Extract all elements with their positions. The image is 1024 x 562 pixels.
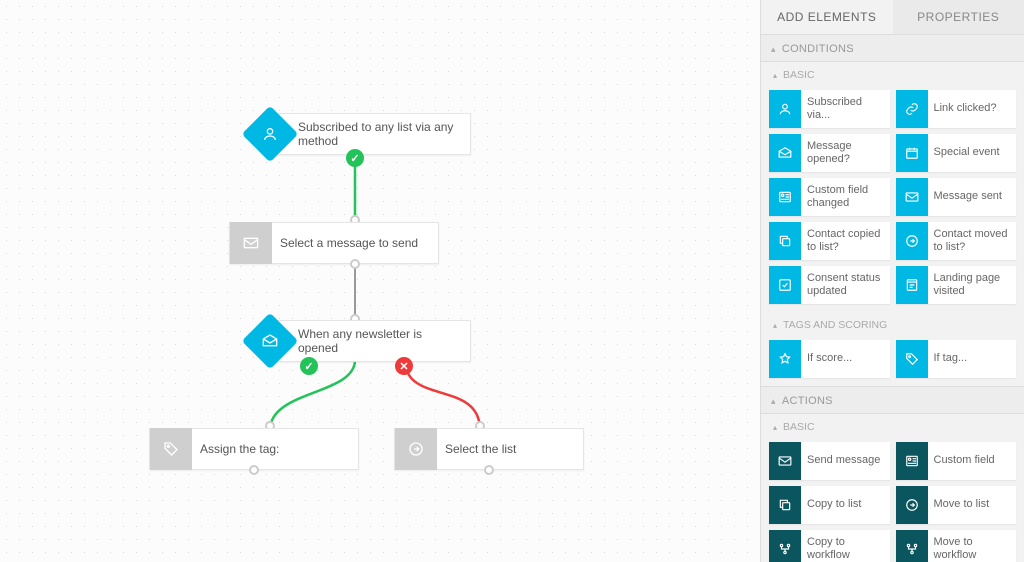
link-icon <box>896 90 928 128</box>
chevron-up-icon: ▴ <box>773 71 777 80</box>
element-copy[interactable]: Contact copied to list? <box>769 222 890 260</box>
check-icon: ✓ <box>346 149 364 167</box>
node-subscribed-condition[interactable]: Subscribed to any list via any method <box>271 113 471 155</box>
element-label: If tag... <box>928 352 974 365</box>
section-conditions[interactable]: ▴ CONDITIONS <box>761 34 1024 62</box>
element-label: Contact copied to list? <box>801 228 890 254</box>
element-label: Send message <box>801 454 886 467</box>
subsection-tags-scoring[interactable]: ▴ TAGS AND SCORING <box>761 312 1024 336</box>
user-icon <box>242 106 299 163</box>
port-out[interactable] <box>484 465 494 475</box>
copy-icon <box>769 222 801 260</box>
element-label: Special event <box>928 146 1006 159</box>
subsection-basic[interactable]: ▴ BASIC <box>761 62 1024 86</box>
section-label: TAGS AND SCORING <box>783 319 887 331</box>
element-tag[interactable]: If tag... <box>896 340 1017 378</box>
element-field[interactable]: Custom field changed <box>769 178 890 216</box>
node-label: Select the list <box>445 442 530 456</box>
workflow-canvas[interactable]: Subscribed to any list via any method ✓ … <box>0 0 760 562</box>
check-icon <box>769 266 801 304</box>
actions-basic-grid: Send message Custom field Copy to list Move… <box>761 438 1024 562</box>
element-envelope[interactable]: Send message <box>769 442 890 480</box>
envelope-open-icon <box>242 313 299 370</box>
node-label: Assign the tag: <box>200 442 293 456</box>
element-label: Message sent <box>928 190 1008 203</box>
section-label: CONDITIONS <box>782 43 854 55</box>
element-star[interactable]: If score... <box>769 340 890 378</box>
element-label: Landing page visited <box>928 272 1017 298</box>
page-icon <box>896 266 928 304</box>
check-icon: ✓ <box>300 357 318 375</box>
flow-icon <box>769 530 801 562</box>
chevron-up-icon: ▴ <box>771 396 776 407</box>
chevron-up-icon: ▴ <box>771 44 776 55</box>
move-icon <box>395 428 437 470</box>
element-label: Link clicked? <box>928 102 1003 115</box>
tag-icon <box>896 340 928 378</box>
node-newsletter-opened[interactable]: When any newsletter is opened <box>271 320 471 362</box>
element-label: Custom field changed <box>801 184 890 210</box>
element-field[interactable]: Custom field <box>896 442 1017 480</box>
chevron-up-icon: ▴ <box>773 423 777 432</box>
flow-icon <box>896 530 928 562</box>
section-actions[interactable]: ▴ ACTIONS <box>761 386 1024 414</box>
move-icon <box>896 222 928 260</box>
element-envelope[interactable]: Message sent <box>896 178 1017 216</box>
element-label: Move to workflow <box>928 536 1017 562</box>
element-user[interactable]: Subscribed via... <box>769 90 890 128</box>
tab-add-elements[interactable]: ADD ELEMENTS <box>761 0 893 34</box>
element-label: Subscribed via... <box>801 96 890 122</box>
move-icon <box>896 486 928 524</box>
section-label: BASIC <box>783 69 815 81</box>
element-page[interactable]: Landing page visited <box>896 266 1017 304</box>
tags-scoring-grid: If score... If tag... <box>761 336 1024 386</box>
element-label: If score... <box>801 352 858 365</box>
element-label: Consent status updated <box>801 272 890 298</box>
tag-icon <box>150 428 192 470</box>
node-label: Select a message to send <box>280 236 432 250</box>
element-label: Contact moved to list? <box>928 228 1017 254</box>
element-label: Copy to workflow <box>801 536 890 562</box>
envelope-icon <box>769 442 801 480</box>
port-out[interactable] <box>350 259 360 269</box>
copy-icon <box>769 486 801 524</box>
element-label: Move to list <box>928 498 996 511</box>
element-label: Custom field <box>928 454 1001 467</box>
subsection-actions-basic[interactable]: ▴ BASIC <box>761 414 1024 438</box>
element-label: Message opened? <box>801 140 890 166</box>
element-calendar[interactable]: Special event <box>896 134 1017 172</box>
node-select-list[interactable]: Select the list <box>394 428 584 470</box>
element-envelope-open[interactable]: Message opened? <box>769 134 890 172</box>
port-out[interactable] <box>249 465 259 475</box>
close-icon: ✕ <box>395 357 413 375</box>
conditions-basic-grid: Subscribed via... Link clicked? Message op… <box>761 86 1024 312</box>
element-copy[interactable]: Copy to list <box>769 486 890 524</box>
element-check[interactable]: Consent status updated <box>769 266 890 304</box>
envelope-open-icon <box>769 134 801 172</box>
element-label: Copy to list <box>801 498 867 511</box>
node-label: Subscribed to any list via any method <box>298 120 470 148</box>
chevron-up-icon: ▴ <box>773 321 777 330</box>
element-move[interactable]: Move to list <box>896 486 1017 524</box>
calendar-icon <box>896 134 928 172</box>
field-icon <box>769 178 801 216</box>
sidebar: ADD ELEMENTS PROPERTIES ▴ CONDITIONS ▴ B… <box>760 0 1024 562</box>
section-label: BASIC <box>783 421 815 433</box>
node-label: When any newsletter is opened <box>298 327 470 355</box>
user-icon <box>769 90 801 128</box>
envelope-icon <box>896 178 928 216</box>
star-icon <box>769 340 801 378</box>
tab-properties[interactable]: PROPERTIES <box>893 0 1024 34</box>
field-icon <box>896 442 928 480</box>
envelope-icon <box>230 222 272 264</box>
element-flow[interactable]: Copy to workflow <box>769 530 890 562</box>
element-flow[interactable]: Move to workflow <box>896 530 1017 562</box>
section-label: ACTIONS <box>782 395 833 407</box>
element-link[interactable]: Link clicked? <box>896 90 1017 128</box>
element-move[interactable]: Contact moved to list? <box>896 222 1017 260</box>
node-assign-tag[interactable]: Assign the tag: <box>149 428 359 470</box>
node-select-message[interactable]: Select a message to send <box>229 222 439 264</box>
